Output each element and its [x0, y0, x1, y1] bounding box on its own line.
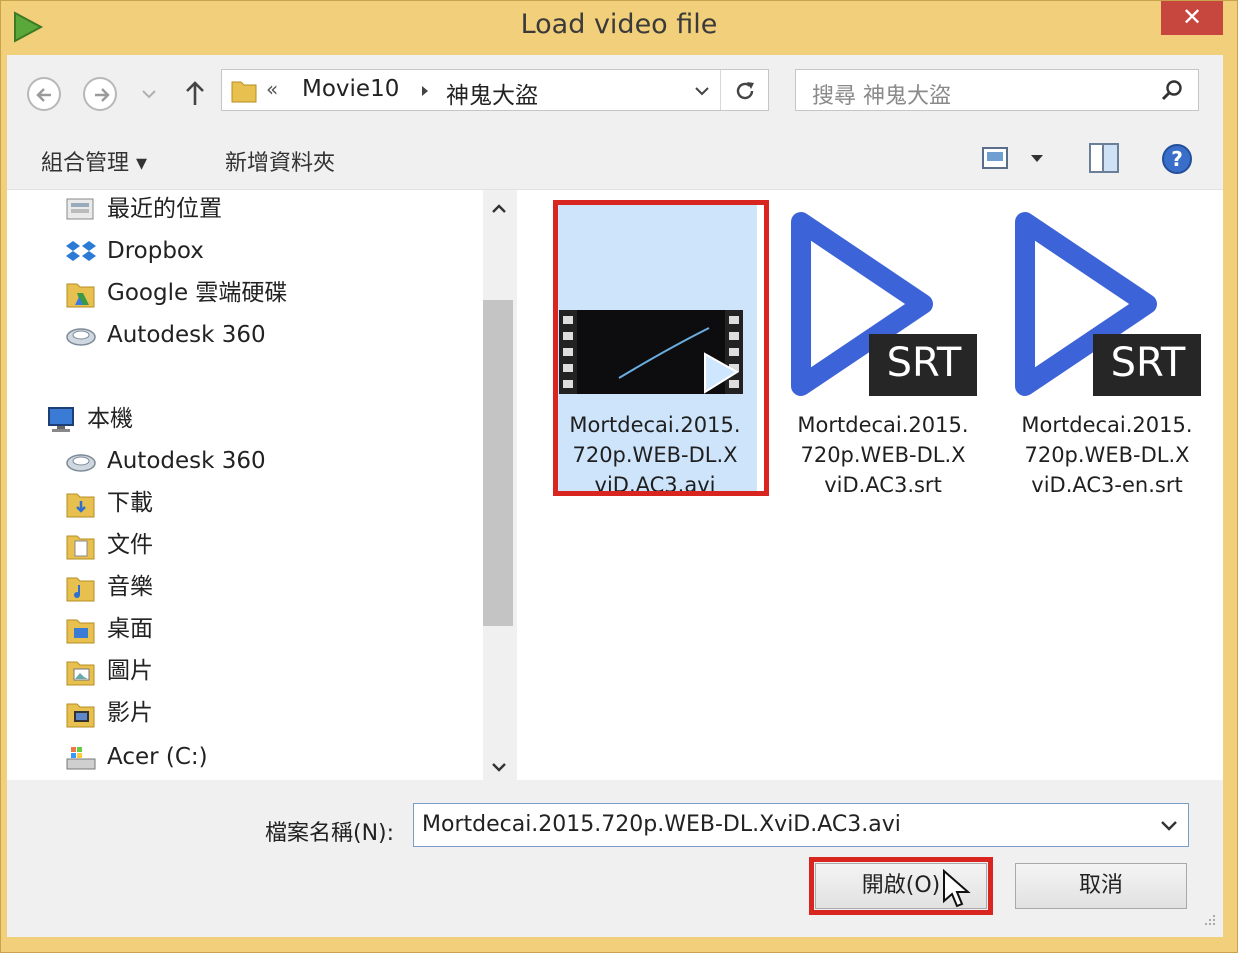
search-placeholder[interactable]: 搜尋 神鬼大盜 — [812, 78, 951, 110]
svg-text:?: ? — [1171, 147, 1183, 171]
nav-label: Autodesk 360 — [107, 322, 266, 348]
change-view-icon[interactable] — [981, 145, 1009, 171]
nav-label: Dropbox — [107, 238, 204, 264]
forward-button[interactable] — [83, 77, 117, 111]
nav-label: 影片 — [107, 700, 153, 726]
file-name: Mortdecai.2015. 720p.WEB-DL.X viD.AC3.sr… — [797, 413, 969, 497]
preview-pane-icon[interactable] — [1087, 141, 1121, 175]
breadcrumb-current[interactable]: 神鬼大盜 — [446, 76, 538, 110]
breadcrumb-separator-icon[interactable] — [420, 84, 430, 98]
videos-folder-icon — [65, 699, 97, 729]
documents-folder-icon — [65, 531, 97, 561]
nav-label: Autodesk 360 — [107, 448, 266, 474]
file-list[interactable]: Mortdecai.2015. 720p.WEB-DL.X viD.AC3.av… — [517, 190, 1223, 780]
nav-item-music[interactable]: 音樂 — [65, 570, 153, 604]
autodesk-icon — [65, 447, 97, 477]
scroll-up-icon[interactable] — [491, 202, 507, 214]
scrollbar-thumb[interactable] — [483, 300, 513, 626]
nav-item-documents[interactable]: 文件 — [65, 528, 153, 562]
google-drive-icon — [65, 279, 97, 309]
navigation-pane[interactable]: 最近的位置 Dropbox Google 雲端硬碟 Autodesk 360 本… — [7, 190, 511, 780]
up-arrow-icon[interactable] — [183, 79, 207, 107]
dialog-client: « Movie10 神鬼大盜 搜尋 神鬼大盜 組合管理 ▾ 新增資料夾 ? 最近… — [7, 55, 1223, 937]
address-divider — [720, 70, 721, 110]
nav-item-recent[interactable]: 最近的位置 — [65, 192, 222, 226]
recent-locations-chevron-icon[interactable] — [141, 89, 157, 99]
nav-item-this-pc[interactable]: 本機 — [45, 402, 133, 436]
nav-item-pictures[interactable]: 圖片 — [65, 654, 153, 688]
music-folder-icon — [65, 573, 97, 603]
drive-icon — [65, 743, 97, 773]
cancel-button[interactable]: 取消 — [1015, 863, 1187, 909]
nav-label: Google 雲端硬碟 — [107, 280, 288, 306]
scroll-down-icon[interactable] — [491, 762, 507, 774]
nav-item-videos[interactable]: 影片 — [65, 696, 153, 730]
breadcrumb-overflow[interactable]: « — [266, 77, 278, 101]
nav-label: 圖片 — [107, 658, 153, 684]
nav-label: 下載 — [107, 490, 153, 516]
back-button[interactable] — [27, 77, 61, 111]
srt-badge: SRT — [886, 340, 962, 386]
nav-label: 本機 — [87, 406, 133, 432]
nav-item-autodesk[interactable]: Autodesk 360 — [65, 318, 266, 352]
desktop-folder-icon — [65, 615, 97, 645]
computer-icon — [45, 405, 77, 435]
resize-grip-icon[interactable] — [1199, 913, 1217, 931]
nav-item-downloads[interactable]: 下載 — [65, 486, 153, 520]
nav-item-desktop[interactable]: 桌面 — [65, 612, 153, 646]
search-box[interactable]: 搜尋 神鬼大盜 — [795, 69, 1199, 111]
file-name: Mortdecai.2015. 720p.WEB-DL.X viD.AC3-en… — [1021, 413, 1193, 497]
filename-value[interactable]: Mortdecai.2015.720p.WEB-DL.XviD.AC3.avi — [422, 812, 901, 837]
autodesk-icon — [65, 321, 97, 351]
window-title: Load video file — [520, 9, 718, 40]
nav-label: Acer (C:) — [107, 744, 208, 770]
search-icon[interactable] — [1160, 79, 1184, 103]
nav-item-autodesk-pc[interactable]: Autodesk 360 — [65, 444, 266, 478]
downloads-folder-icon — [65, 489, 97, 519]
srt-badge: SRT — [1110, 340, 1186, 386]
recent-places-icon — [65, 195, 97, 225]
folder-icon — [231, 81, 257, 103]
file-item-en-srt[interactable]: SRT Mortdecai.2015. 720p.WEB-DL.X viD.AC… — [1005, 204, 1209, 497]
organize-menu[interactable]: 組合管理 ▾ — [41, 145, 147, 177]
nav-label: 最近的位置 — [107, 196, 222, 222]
title-bar[interactable]: Load video file ✕ — [1, 1, 1237, 53]
nav-scrollbar[interactable] — [483, 190, 517, 780]
highlight-annotation — [553, 200, 769, 496]
nav-item-drive-c[interactable]: Acer (C:) — [65, 740, 208, 774]
address-bar[interactable]: « Movie10 神鬼大盜 — [221, 69, 769, 111]
view-options-dropdown-icon[interactable] — [1029, 153, 1045, 163]
filename-dropdown-icon[interactable] — [1160, 820, 1178, 832]
address-dropdown-icon[interactable] — [694, 86, 710, 96]
dropbox-icon — [65, 237, 97, 267]
new-folder-button[interactable]: 新增資料夾 — [225, 145, 335, 177]
nav-item-google-drive[interactable]: Google 雲端硬碟 — [65, 276, 287, 310]
filename-input[interactable]: Mortdecai.2015.720p.WEB-DL.XviD.AC3.avi — [413, 803, 1189, 847]
mouse-cursor-icon — [943, 869, 971, 908]
nav-item-dropbox[interactable]: Dropbox — [65, 234, 204, 268]
breadcrumb-movie10[interactable]: Movie10 — [302, 76, 399, 102]
nav-label: 文件 — [107, 532, 153, 558]
close-button[interactable]: ✕ — [1161, 1, 1223, 35]
help-icon[interactable]: ? — [1161, 143, 1193, 175]
arrow-left-icon — [36, 88, 51, 102]
file-name-area: 檔案名稱(N): Mortdecai.2015.720p.WEB-DL.XviD… — [7, 781, 1223, 937]
filename-label: 檔案名稱(N): — [265, 821, 395, 846]
pictures-folder-icon — [65, 657, 97, 687]
command-bar: 組合管理 ▾ 新增資料夾 ? — [7, 131, 1223, 190]
file-item-srt[interactable]: SRT Mortdecai.2015. 720p.WEB-DL.X viD.AC… — [781, 204, 985, 497]
refresh-icon[interactable] — [732, 78, 758, 104]
dialog-window: Load video file ✕ « Movie10 神鬼大盜 搜尋 神鬼大盜 — [0, 0, 1238, 953]
arrow-right-icon — [95, 88, 110, 102]
nav-label: 音樂 — [107, 574, 153, 600]
nav-label: 桌面 — [107, 616, 153, 642]
